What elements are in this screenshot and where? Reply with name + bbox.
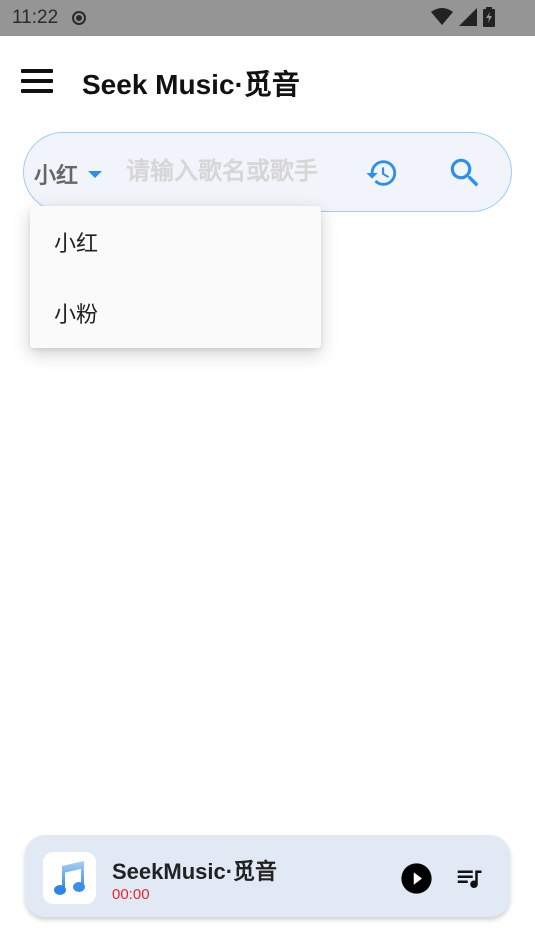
hamburger-menu-icon [21, 69, 53, 73]
player-title: SeekMusic·觅音 [112, 859, 278, 884]
source-dropdown-menu: 小红 小粉 [30, 206, 321, 348]
mini-player[interactable]: SeekMusic·觅音 00:00 [25, 835, 510, 917]
queue-music-icon [457, 870, 482, 888]
search-button[interactable] [445, 153, 485, 193]
status-bar: 11:22 [0, 0, 535, 36]
play-button[interactable] [400, 862, 433, 895]
status-icons [431, 7, 495, 27]
caret-down-icon [88, 170, 103, 178]
signal-icon [459, 8, 477, 26]
battery-charging-icon [483, 7, 495, 27]
record-icon [72, 11, 87, 25]
album-art [43, 852, 96, 904]
source-select-label: 小红 [34, 163, 79, 188]
history-button[interactable] [364, 155, 400, 191]
queue-button[interactable] [452, 863, 486, 893]
app-bar: Seek Music·觅音 [0, 36, 535, 126]
search-input[interactable] [126, 151, 351, 193]
dropdown-option[interactable]: 小粉 [30, 277, 321, 348]
search-icon [450, 158, 479, 187]
history-icon [366, 160, 397, 186]
status-time: 11:22 [12, 7, 59, 28]
wifi-icon [431, 8, 453, 25]
source-select[interactable]: 小红 [34, 158, 103, 190]
dropdown-option[interactable]: 小红 [30, 206, 321, 277]
search-bar: 小红 [23, 132, 512, 212]
player-time: 00:00 [112, 886, 150, 903]
music-note-icon [53, 861, 85, 895]
menu-button[interactable] [21, 69, 53, 93]
app-title: Seek Music·觅音 [82, 69, 300, 100]
play-circle-icon [401, 863, 432, 894]
